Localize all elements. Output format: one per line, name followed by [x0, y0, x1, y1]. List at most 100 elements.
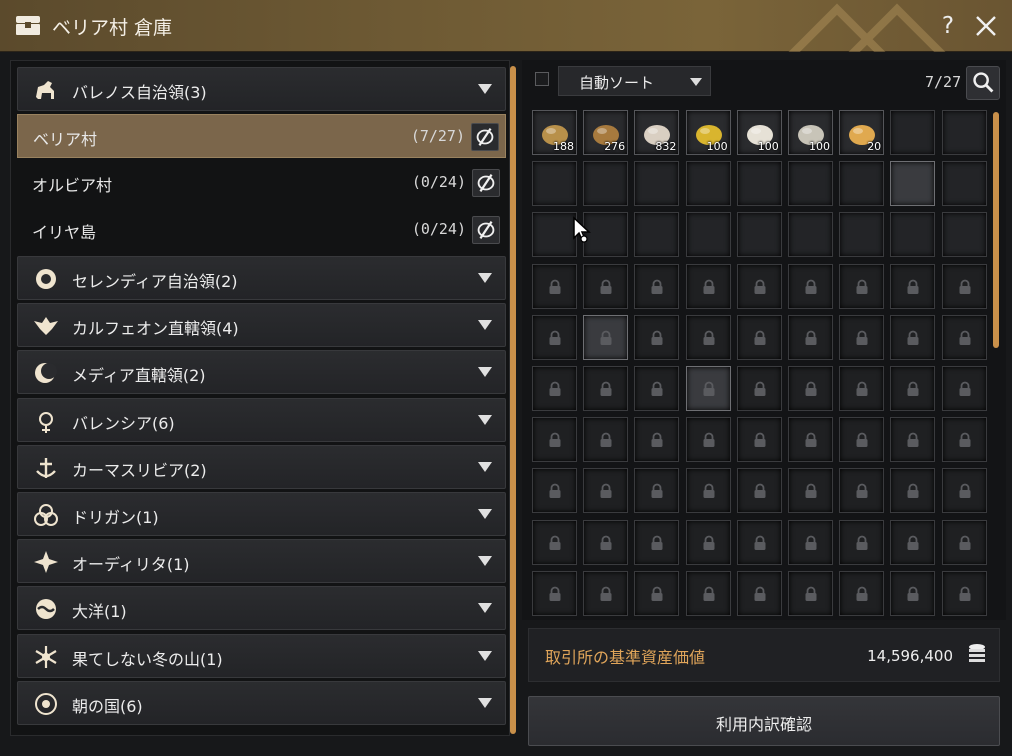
locked-slot[interactable] — [788, 519, 833, 565]
chevron-down-icon[interactable] — [478, 697, 492, 708]
locked-slot[interactable] — [532, 570, 577, 616]
region-header[interactable]: バレンシア(6) — [17, 397, 506, 442]
locked-slot[interactable] — [583, 263, 629, 309]
chevron-down-icon[interactable] — [478, 414, 492, 425]
locked-slot[interactable] — [788, 468, 833, 514]
locked-slot[interactable] — [839, 263, 885, 309]
search-button[interactable] — [966, 66, 1000, 100]
usage-details-button[interactable]: 利用内訳確認 — [528, 696, 1000, 746]
empty-slot[interactable] — [788, 161, 833, 207]
empty-slot[interactable] — [634, 161, 680, 207]
locked-slot[interactable] — [941, 468, 987, 514]
title-bar[interactable]: ベリア村 倉庫 ? — [0, 0, 1012, 52]
chevron-down-icon[interactable] — [478, 603, 492, 614]
region-header[interactable]: バレノス自治領(3) — [17, 67, 506, 111]
empty-slot[interactable] — [532, 161, 577, 207]
locked-slot[interactable] — [736, 417, 782, 463]
locked-slot[interactable] — [685, 519, 731, 565]
locked-slot[interactable] — [634, 314, 680, 360]
empty-slot[interactable] — [941, 212, 987, 258]
empty-slot[interactable] — [941, 110, 987, 155]
locked-slot[interactable] — [583, 366, 629, 411]
empty-slot[interactable] — [736, 161, 782, 207]
locked-slot[interactable] — [839, 417, 885, 463]
item-slot[interactable]: 276 — [583, 110, 629, 155]
item-slot[interactable]: 20 — [839, 110, 885, 155]
region-header[interactable]: メディア直轄領(2) — [17, 350, 506, 395]
item-slot[interactable]: 100 — [685, 110, 731, 155]
chevron-down-icon[interactable] — [478, 650, 492, 661]
locked-slot[interactable] — [941, 519, 987, 565]
locked-slot[interactable] — [839, 570, 885, 616]
locked-slot[interactable] — [839, 314, 885, 360]
locked-slot[interactable] — [634, 366, 680, 411]
locked-slot[interactable] — [788, 314, 833, 360]
region-header[interactable]: オーディリタ(1) — [17, 539, 506, 584]
locked-slot[interactable] — [941, 366, 987, 411]
empty-slot[interactable] — [685, 161, 731, 207]
chevron-down-icon[interactable] — [478, 509, 492, 519]
region-header[interactable]: カルフェオン直轄領(4) — [17, 303, 506, 348]
empty-slot[interactable] — [583, 161, 629, 207]
locked-slot[interactable] — [583, 468, 629, 514]
locked-slot[interactable] — [788, 366, 833, 411]
empty-slot[interactable] — [839, 212, 885, 258]
locked-slot[interactable] — [890, 314, 936, 360]
village-row[interactable]: イリヤ島 (0/24) — [17, 208, 506, 252]
hide-village-button[interactable] — [472, 216, 500, 244]
region-header[interactable]: 果てしない冬の山(1) — [17, 633, 506, 678]
locked-slot[interactable] — [890, 468, 936, 514]
chevron-down-icon[interactable] — [478, 320, 492, 331]
locked-slot[interactable] — [685, 570, 731, 616]
locked-slot[interactable] — [532, 314, 577, 360]
region-header[interactable]: 朝の国(6) — [17, 680, 506, 725]
region-header[interactable]: ドリガン(1) — [17, 492, 506, 536]
empty-slot[interactable] — [890, 161, 936, 207]
empty-slot[interactable] — [736, 212, 782, 258]
locked-slot[interactable] — [634, 519, 680, 565]
locked-slot[interactable] — [685, 314, 731, 360]
locked-slot[interactable] — [685, 366, 731, 411]
chevron-down-icon[interactable] — [478, 367, 492, 378]
locked-slot[interactable] — [634, 570, 680, 616]
locked-slot[interactable] — [736, 314, 782, 360]
locked-slot[interactable] — [890, 570, 936, 616]
locked-slot[interactable] — [941, 263, 987, 309]
village-row[interactable]: オルビア村 (0/24) — [17, 161, 506, 205]
chevron-down-icon[interactable] — [478, 556, 492, 567]
auto-sort-dropdown[interactable]: 自動ソート — [558, 66, 711, 96]
chevron-down-icon[interactable] — [478, 273, 492, 283]
hide-village-button[interactable] — [472, 169, 500, 197]
close-icon[interactable] — [974, 14, 998, 38]
empty-slot[interactable] — [890, 110, 936, 155]
item-slot[interactable]: 188 — [532, 110, 577, 155]
locked-slot[interactable] — [532, 519, 577, 565]
locked-slot[interactable] — [583, 519, 629, 565]
locked-slot[interactable] — [532, 468, 577, 514]
help-button[interactable]: ? — [936, 12, 960, 40]
locked-slot[interactable] — [583, 314, 629, 360]
empty-slot[interactable] — [685, 212, 731, 258]
locked-slot[interactable] — [532, 263, 577, 309]
locked-slot[interactable] — [788, 570, 833, 616]
locked-slot[interactable] — [634, 468, 680, 514]
region-list-scrollbar[interactable] — [510, 66, 516, 734]
chevron-down-icon[interactable] — [478, 84, 492, 94]
locked-slot[interactable] — [736, 263, 782, 309]
locked-slot[interactable] — [583, 570, 629, 616]
locked-slot[interactable] — [788, 417, 833, 463]
locked-slot[interactable] — [839, 519, 885, 565]
item-slot[interactable]: 100 — [788, 110, 833, 155]
village-row[interactable]: ベリア村 (7/27) — [17, 114, 506, 158]
locked-slot[interactable] — [890, 366, 936, 411]
locked-slot[interactable] — [532, 366, 577, 411]
empty-slot[interactable] — [941, 161, 987, 207]
empty-slot[interactable] — [634, 212, 680, 258]
locked-slot[interactable] — [890, 263, 936, 309]
empty-slot[interactable] — [532, 212, 577, 258]
chevron-down-icon[interactable] — [478, 461, 492, 472]
item-slot[interactable]: 832 — [634, 110, 680, 155]
item-slot[interactable]: 100 — [736, 110, 782, 155]
locked-slot[interactable] — [685, 417, 731, 463]
locked-slot[interactable] — [890, 519, 936, 565]
